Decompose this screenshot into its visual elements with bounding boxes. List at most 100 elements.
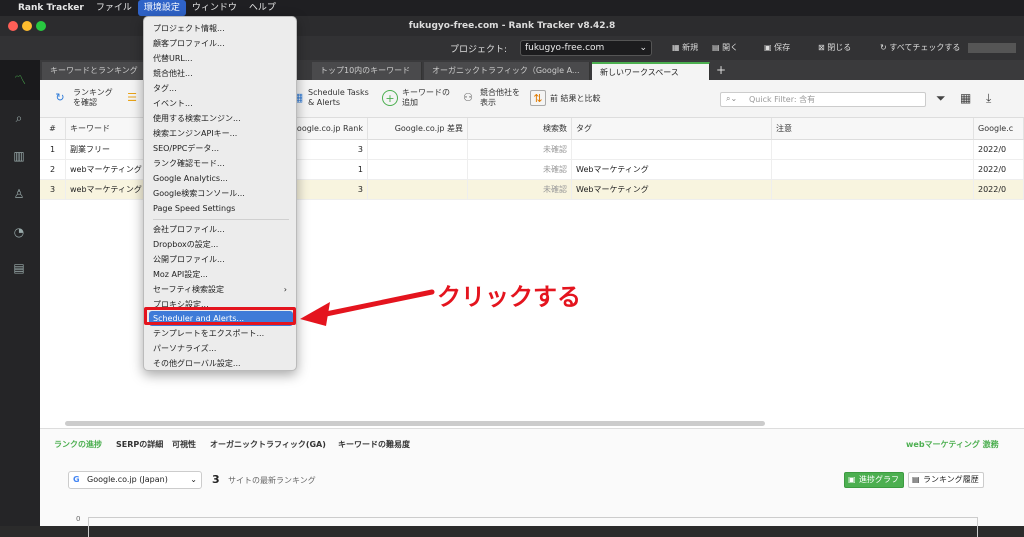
menu-preferences[interactable]: 環境設定 bbox=[137, 0, 186, 16]
col-number[interactable]: # bbox=[40, 118, 66, 140]
menu-item[interactable]: 検索エンジンAPIキー... bbox=[149, 126, 293, 141]
grid-icon[interactable]: ▦ bbox=[960, 91, 971, 105]
ranking-history-button[interactable]: ▤ ランキング履歴 bbox=[908, 472, 984, 488]
site-count: 3 bbox=[212, 473, 220, 486]
check-rankings-icon[interactable]: ↻ bbox=[52, 90, 68, 106]
chevron-right-icon: › bbox=[283, 285, 287, 294]
arrow-icon bbox=[300, 289, 435, 326]
list-icon[interactable]: ☰ bbox=[124, 90, 140, 106]
col-volume[interactable]: 検索数 bbox=[468, 118, 572, 140]
user-avatar[interactable] bbox=[968, 43, 1016, 53]
row-tag: Webマーケティング bbox=[572, 160, 772, 180]
close-project-button[interactable]: ⊠ 閉じる bbox=[818, 42, 851, 53]
tab-rank-progress[interactable]: ランクの進捗 bbox=[54, 439, 102, 450]
menu-item[interactable]: 代替URL... bbox=[149, 51, 293, 66]
tab-organic-traffic-ga[interactable]: オーガニックトラフィック(GA) bbox=[210, 439, 326, 450]
apple-icon[interactable] bbox=[0, 0, 12, 16]
filter-icon[interactable]: ⏷ bbox=[936, 91, 946, 106]
menu-item[interactable]: プロジェクト情報... bbox=[149, 21, 293, 36]
save-label: 保存 bbox=[774, 43, 791, 52]
report-icon[interactable]: ▤ bbox=[11, 260, 27, 276]
horizontal-scrollbar[interactable] bbox=[65, 421, 765, 426]
menu-item[interactable]: SEO/PPCデータ... bbox=[149, 141, 293, 156]
compare-icon: ⇅ bbox=[530, 90, 546, 106]
schedule-tasks-button[interactable]: Schedule Tasks & Alerts bbox=[308, 88, 369, 108]
tab-keywords-rankings[interactable]: キーワードとランキング bbox=[42, 62, 150, 80]
open-label: 開く bbox=[722, 43, 739, 52]
menu-item[interactable]: 使用する検索エンジン... bbox=[149, 111, 293, 126]
row-volume: 未確認 bbox=[468, 160, 572, 180]
chevron-down-icon: ⌄ bbox=[190, 475, 197, 484]
search-engine-value: Google.co.jp (Japan) bbox=[87, 475, 168, 484]
col-tag[interactable]: タグ bbox=[572, 118, 772, 140]
refresh-icon: ↻ bbox=[880, 43, 890, 52]
app-menu[interactable]: Rank Tracker bbox=[12, 0, 90, 16]
menu-item[interactable]: 公開プロファイル... bbox=[149, 252, 293, 267]
close-label: 閉じる bbox=[827, 43, 852, 52]
gauge-icon[interactable]: ◔ bbox=[11, 224, 27, 240]
menu-item[interactable]: 会社プロファイル... bbox=[149, 222, 293, 237]
col-date[interactable]: Google.c bbox=[974, 118, 1024, 140]
new-icon: ▦ bbox=[672, 43, 683, 52]
show-competitors-button[interactable]: 競合他社を 表示 bbox=[480, 88, 520, 108]
col-note[interactable]: 注意 bbox=[772, 118, 974, 140]
bottom-panel: ランクの進捗 SERPの詳細 可視性 オーガニックトラフィック(GA) キーワー… bbox=[40, 428, 1024, 537]
tab-keyword-difficulty[interactable]: キーワードの難易度 bbox=[338, 439, 410, 450]
minimize-window-button[interactable] bbox=[22, 21, 32, 31]
menu-item[interactable]: イベント... bbox=[149, 96, 293, 111]
check-all-button[interactable]: ↻ すべてチェックする bbox=[880, 42, 960, 53]
graph-icon: ▣ bbox=[848, 475, 856, 484]
add-tab-icon[interactable]: + bbox=[716, 63, 726, 77]
row-tag: Webマーケティング bbox=[572, 180, 772, 200]
close-icon: ⊠ bbox=[818, 43, 828, 52]
bar-chart-icon[interactable]: ▥ bbox=[11, 148, 27, 164]
project-label: プロジェクト: bbox=[450, 45, 508, 55]
ranking-history-label: ランキング履歴 bbox=[923, 475, 979, 484]
zoom-window-button[interactable] bbox=[36, 21, 46, 31]
tab-organic-traffic[interactable]: オーガニックトラフィック（Google A... bbox=[424, 62, 590, 80]
project-select[interactable]: fukugyo-free.com ⌄ bbox=[520, 40, 652, 56]
open-button[interactable]: ▤ 開く bbox=[712, 42, 738, 53]
col-diff[interactable]: Google.co.jp 差異 bbox=[368, 118, 468, 140]
menu-item[interactable]: テンプレートをエクスポート... bbox=[149, 326, 293, 341]
save-button[interactable]: ▣ 保存 bbox=[764, 42, 790, 53]
menu-window[interactable]: ウィンドウ bbox=[186, 0, 243, 16]
menu-item[interactable]: その他グローバル設定... bbox=[149, 356, 293, 371]
menu-item[interactable]: Moz API設定... bbox=[149, 267, 293, 282]
menu-item[interactable]: Dropboxの設定... bbox=[149, 237, 293, 252]
row-date: 2022/0 bbox=[974, 180, 1024, 200]
download-icon[interactable]: ⤓ bbox=[986, 91, 991, 106]
add-keyword-button[interactable]: キーワードの 追加 bbox=[402, 88, 450, 108]
open-icon: ▤ bbox=[712, 43, 723, 52]
row-note bbox=[772, 180, 974, 200]
menu-item[interactable]: Google検索コンソール... bbox=[149, 186, 293, 201]
user-icon[interactable]: ♙ bbox=[11, 186, 27, 202]
menu-item[interactable]: パーソナライズ... bbox=[149, 341, 293, 356]
compare-button[interactable]: 前 結果と比較 bbox=[550, 94, 601, 104]
menu-item[interactable]: 顧客プロファイル... bbox=[149, 36, 293, 51]
tab-new-workspace[interactable]: 新しいワークスペース bbox=[592, 62, 710, 80]
tab-serp-details[interactable]: SERPの詳細 bbox=[116, 439, 163, 450]
tab-visibility[interactable]: 可視性 bbox=[172, 439, 196, 450]
table-icon: ▤ bbox=[912, 475, 920, 484]
menu-item[interactable]: タグ... bbox=[149, 81, 293, 96]
menu-item[interactable]: 競合他社... bbox=[149, 66, 293, 81]
menu-item[interactable]: ランク確認モード... bbox=[149, 156, 293, 171]
check-rankings-button[interactable]: ランキング を確認 bbox=[73, 88, 113, 108]
menu-file[interactable]: ファイル bbox=[90, 0, 138, 16]
search-icon: ⌕⌄ bbox=[726, 94, 738, 103]
close-window-button[interactable] bbox=[8, 21, 18, 31]
search-icon[interactable]: ⌕ bbox=[11, 110, 27, 126]
new-button[interactable]: ▦ 新規 bbox=[672, 42, 698, 53]
menu-help[interactable]: ヘルプ bbox=[243, 0, 282, 16]
row-tag bbox=[572, 140, 772, 160]
chart-icon[interactable]: 〽 bbox=[0, 60, 40, 100]
search-engine-select[interactable]: G Google.co.jp (Japan) ⌄ bbox=[68, 471, 202, 489]
menu-item[interactable]: Google Analytics... bbox=[149, 171, 293, 186]
progress-graph-button[interactable]: ▣ 進捗グラフ bbox=[844, 472, 904, 488]
save-icon: ▣ bbox=[764, 43, 775, 52]
menu-item-safe-search[interactable]: セーフティ検索設定 › bbox=[149, 282, 293, 297]
quick-filter-input[interactable]: Quick Filter: 含有 bbox=[720, 92, 926, 107]
tab-top10[interactable]: トップ10内のキーワード bbox=[312, 62, 422, 80]
menu-item[interactable]: Page Speed Settings bbox=[149, 201, 293, 216]
